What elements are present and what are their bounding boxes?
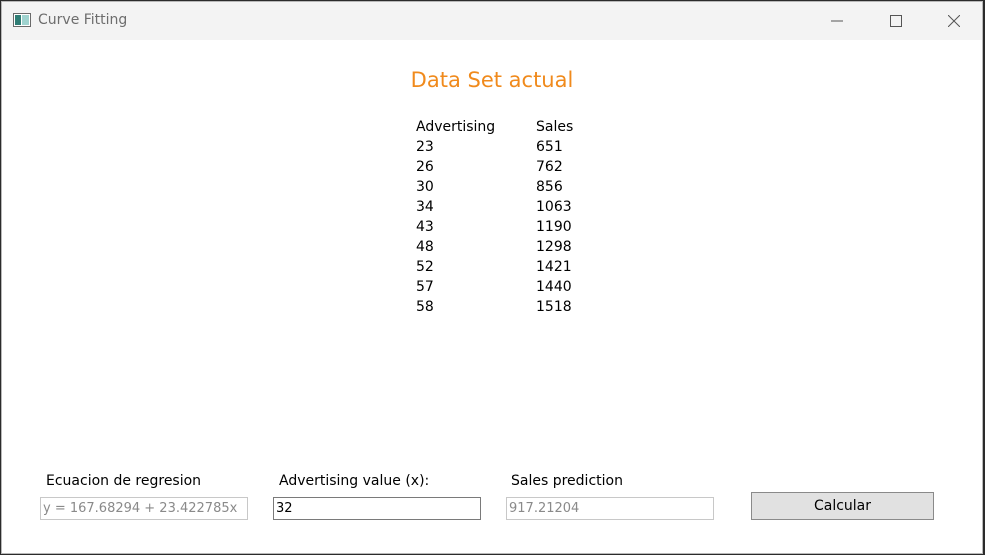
cell-sales: 762 [536, 159, 563, 175]
close-button[interactable] [931, 2, 977, 40]
cell-sales: 1518 [536, 299, 572, 315]
table-row: 43 1190 [416, 217, 573, 237]
cell-advertising: 26 [416, 159, 434, 175]
maximize-button[interactable] [873, 2, 919, 40]
column-header-sales: Sales [536, 119, 574, 135]
maximize-icon [890, 15, 902, 27]
advertising-value-input[interactable] [273, 497, 481, 520]
cell-sales: 1440 [536, 279, 572, 295]
main-content: Data Set actual Advertising Sales 23 651… [2, 40, 982, 553]
cell-sales: 1063 [536, 199, 572, 215]
minimize-icon [831, 20, 843, 22]
cell-sales: 1298 [536, 239, 572, 255]
calculate-button[interactable]: Calcular [751, 492, 934, 520]
cell-advertising: 58 [416, 299, 434, 315]
cell-sales: 651 [536, 139, 563, 155]
cell-sales: 1421 [536, 259, 572, 275]
table-row: 58 1518 [416, 297, 573, 317]
table-row: 30 856 [416, 177, 573, 197]
regression-equation-field[interactable] [40, 497, 248, 520]
page-heading: Data Set actual [410, 68, 574, 92]
minimize-button[interactable] [814, 2, 860, 40]
column-header-advertising: Advertising [416, 119, 496, 135]
table-row: 26 762 [416, 157, 573, 177]
table-header-row: Advertising Sales [416, 117, 573, 137]
table-row: 57 1440 [416, 277, 573, 297]
table-row: 34 1063 [416, 197, 573, 217]
cell-advertising: 48 [416, 239, 434, 255]
cell-advertising: 57 [416, 279, 434, 295]
table-row: 52 1421 [416, 257, 573, 277]
app-window: Curve Fitting Data Set actual Advertisin… [1, 1, 983, 554]
cell-advertising: 43 [416, 219, 434, 235]
advertising-value-label: Advertising value (x): [279, 473, 430, 489]
close-icon [948, 15, 960, 27]
cell-advertising: 52 [416, 259, 434, 275]
cell-advertising: 30 [416, 179, 434, 195]
window-title: Curve Fitting [38, 12, 128, 28]
title-bar[interactable]: Curve Fitting [2, 2, 982, 40]
table-row: 48 1298 [416, 237, 573, 257]
data-table: Advertising Sales 23 651 26 762 30 856 3… [416, 117, 573, 317]
regression-label: Ecuacion de regresion [46, 473, 202, 489]
cell-sales: 856 [536, 179, 563, 195]
table-row: 23 651 [416, 137, 573, 157]
cell-sales: 1190 [536, 219, 572, 235]
cell-advertising: 34 [416, 199, 434, 215]
sales-prediction-label: Sales prediction [511, 473, 623, 489]
sales-prediction-field[interactable] [506, 497, 714, 520]
cell-advertising: 23 [416, 139, 434, 155]
app-icon [13, 13, 31, 27]
